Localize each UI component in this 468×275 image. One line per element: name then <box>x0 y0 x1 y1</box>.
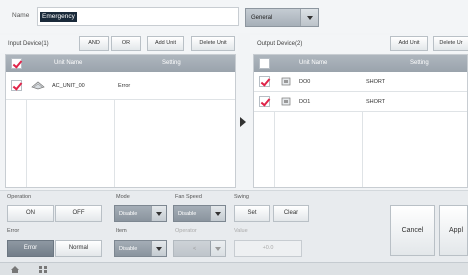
operator-value: < <box>193 246 197 252</box>
delete-unit-button[interactable]: Delete Unit <box>191 36 235 51</box>
and-button[interactable]: AND <box>79 36 109 51</box>
fan-speed-select[interactable]: Disable <box>173 205 226 222</box>
row-checkbox[interactable] <box>11 80 22 91</box>
cancel-button[interactable]: Cancel <box>390 205 435 256</box>
input-panel-title: Input Device(1) <box>8 41 49 47</box>
type-select-value: General <box>251 15 273 21</box>
mode-select[interactable]: Disable <box>114 205 167 222</box>
delete-unit-button[interactable]: Delete Ur <box>433 36 468 51</box>
chevron-down-icon[interactable] <box>151 241 166 256</box>
unit-setting: Error <box>118 83 131 89</box>
output-panel-header: Output Device(2) Add Unit Delete Ur <box>250 35 468 53</box>
value-label: Value <box>234 228 248 234</box>
fan-speed-label: Fan Speed <box>175 194 202 200</box>
mode-label: Mode <box>116 194 130 200</box>
value-input[interactable]: +0.0 <box>234 240 302 257</box>
normal-button[interactable]: Normal <box>55 240 102 257</box>
status-bar <box>0 262 468 275</box>
ac-unit-icon <box>31 81 45 90</box>
operator-select[interactable]: < <box>173 240 226 257</box>
select-all-checkbox[interactable] <box>11 58 22 69</box>
table-row[interactable]: DO0 SHORT <box>254 72 467 92</box>
chevron-down-icon[interactable] <box>151 206 166 221</box>
chevron-down-icon[interactable] <box>210 241 225 256</box>
row-checkbox[interactable] <box>259 76 270 87</box>
output-panel-title: Output Device(2) <box>257 41 303 47</box>
column-setting: Setting <box>410 60 429 66</box>
unit-setting: SHORT <box>366 99 386 105</box>
unit-name: DO1 <box>299 99 311 105</box>
apply-button[interactable]: Appl <box>439 205 468 256</box>
column-setting: Setting <box>162 60 181 66</box>
name-value: Emergency <box>40 12 77 22</box>
error-button[interactable]: Error <box>7 240 54 257</box>
table-row[interactable]: DO1 SHORT <box>254 92 467 112</box>
add-unit-button[interactable]: Add Unit <box>390 36 428 51</box>
add-unit-button[interactable]: Add Unit <box>147 36 184 51</box>
column-unit-name: Unit Name <box>299 60 328 66</box>
chevron-down-icon[interactable] <box>210 206 225 221</box>
do-device-icon <box>281 97 291 106</box>
input-panel-header: Input Device(1) AND OR Add Unit Delete U… <box>0 35 238 53</box>
operation-label: Operation <box>7 194 32 200</box>
table-header: Unit Name Setting <box>6 55 235 72</box>
name-label: Name <box>12 12 30 19</box>
item-select[interactable]: Disable <box>114 240 167 257</box>
operator-label: Operator <box>175 228 197 234</box>
column-unit-name: Unit Name <box>54 60 83 66</box>
swing-set-button[interactable]: Set <box>234 205 270 222</box>
select-all-checkbox[interactable] <box>259 58 270 69</box>
type-select[interactable]: General <box>245 8 319 27</box>
unit-name: DO0 <box>299 79 311 85</box>
unit-name: AC_UNIT_00 <box>52 83 85 89</box>
home-icon[interactable] <box>10 265 20 274</box>
error-label: Error <box>7 228 20 234</box>
fan-speed-value: Disable <box>178 211 197 217</box>
table-row[interactable]: AC_UNIT_00 Error <box>6 72 235 100</box>
swing-clear-button[interactable]: Clear <box>273 205 309 222</box>
on-button[interactable]: ON <box>7 205 54 222</box>
top-bar: Name Emergency General <box>0 0 468 33</box>
arrow-right-icon <box>240 117 246 127</box>
row-checkbox[interactable] <box>259 96 270 107</box>
chevron-down-icon[interactable] <box>300 9 318 26</box>
do-device-icon <box>281 77 291 86</box>
off-button[interactable]: OFF <box>55 205 102 222</box>
output-device-table: Unit Name Setting DO0 SHORT DO1 SHORT <box>253 54 468 188</box>
unit-setting: SHORT <box>366 79 386 85</box>
name-input[interactable]: Emergency <box>37 7 239 26</box>
mode-value: Disable <box>119 211 138 217</box>
or-button[interactable]: OR <box>111 36 141 51</box>
item-value: Disable <box>119 246 138 252</box>
grid-icon[interactable] <box>38 265 48 274</box>
input-device-table: Unit Name Setting AC_UNIT_00 Error <box>5 54 236 188</box>
table-header: Unit Name Setting <box>254 55 467 72</box>
control-panel: Operation ON OFF Mode Disable Fan Speed … <box>0 190 468 262</box>
item-label: Item <box>116 228 127 234</box>
swing-label: Swing <box>234 194 249 200</box>
